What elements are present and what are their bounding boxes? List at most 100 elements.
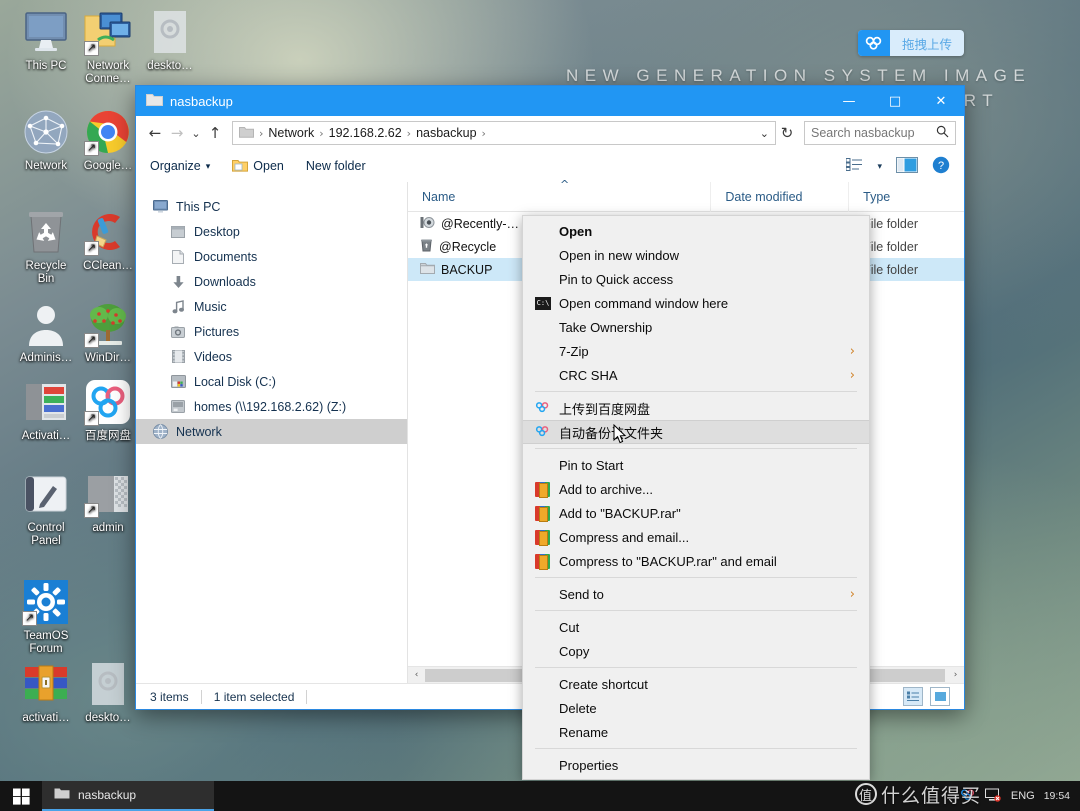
column-header-type[interactable]: Type <box>849 182 964 212</box>
search-placeholder: Search nasbackup <box>811 126 915 140</box>
column-header-date[interactable]: Date modified <box>711 181 850 212</box>
view-options-icon[interactable] <box>845 158 863 174</box>
menu-item-label: 上传到百度网盘 <box>559 402 651 418</box>
menu-item-icon <box>535 481 559 498</box>
menu-item-crc-sha[interactable]: CRC SHA › <box>523 363 869 387</box>
menu-item-label: Open command window here <box>559 295 729 311</box>
nav-pane-item-videos[interactable]: Videos <box>136 344 407 369</box>
menu-item-open-in-new-window[interactable]: Open in new window <box>523 243 869 267</box>
nav-pane-item-this-pc[interactable]: This PC <box>136 194 407 219</box>
forward-button[interactable]: → <box>166 120 188 146</box>
breadcrumb-network[interactable]: Network <box>265 126 317 140</box>
this-pc-icon <box>22 8 70 56</box>
menu-separator <box>535 667 857 668</box>
smzdm-badge: 值 <box>855 783 877 805</box>
shortcut-overlay-icon: ↗ <box>22 611 37 626</box>
maximize-button[interactable]: □ <box>872 86 918 116</box>
menu-item-pin-to-quick-access[interactable]: Pin to Quick access <box>523 267 869 291</box>
nav-pane-item-pictures[interactable]: Pictures <box>136 319 407 344</box>
download-icon <box>168 275 188 289</box>
context-menu[interactable]: Open Open in new window Pin to Quick acces… <box>522 215 870 780</box>
details-view-button[interactable] <box>903 687 923 706</box>
nav-pane-item-network[interactable]: Network <box>136 419 407 444</box>
back-button[interactable]: ← <box>144 120 166 146</box>
file-name-label: @Recycle <box>439 239 497 254</box>
search-box[interactable]: Search nasbackup <box>804 121 956 145</box>
close-button[interactable]: ✕ <box>918 86 964 116</box>
menu-item-label: Delete <box>559 700 597 716</box>
menu-item-create-shortcut[interactable]: Create shortcut <box>523 672 869 696</box>
svg-text:?: ? <box>938 160 944 172</box>
mouse-cursor <box>613 423 627 445</box>
desktop-icon-label: deskto… <box>147 60 193 72</box>
titlebar-folder-icon <box>146 92 163 111</box>
baidu-netdisk-icon <box>535 425 550 440</box>
menu-item-send-to[interactable]: Send to › <box>523 582 869 606</box>
menu-item-label: Copy <box>559 643 590 659</box>
navigation-pane: This PC Desktop Documents Downloads Music Pic… <box>136 182 408 683</box>
menu-item-上传到百度网盘[interactable]: 上传到百度网盘 <box>523 396 869 420</box>
scroll-right-arrow[interactable]: › <box>947 670 964 680</box>
preview-pane-icon[interactable] <box>896 156 918 176</box>
scroll-left-arrow[interactable]: ‹ <box>408 670 425 680</box>
nav-pane-item-desktop[interactable]: Desktop <box>136 219 407 244</box>
window-titlebar[interactable]: nasbackup — □ ✕ <box>136 86 964 116</box>
refresh-button[interactable]: ↻ <box>776 120 798 146</box>
taskbar-item-label: nasbackup <box>78 788 137 802</box>
column-label-name: Name <box>422 189 456 204</box>
nav-pane-item-homes-192-168-2-62-z[interactable]: homes (\\192.168.2.62) (Z:) <box>136 394 407 419</box>
shortcut-overlay-icon: ↗ <box>84 241 99 256</box>
menu-item-cut[interactable]: Cut <box>523 615 869 639</box>
breadcrumb-host[interactable]: 192.168.2.62 <box>326 126 405 140</box>
menu-item-rename[interactable]: Rename <box>523 720 869 744</box>
start-button[interactable] <box>0 781 42 811</box>
menu-item-properties[interactable]: Properties <box>523 753 869 777</box>
address-dropdown-icon[interactable]: ⌄ <box>760 127 769 140</box>
menu-item-label: Send to <box>559 586 604 602</box>
column-header-name[interactable]: Name ^ <box>408 178 712 212</box>
recent-locations-button[interactable]: ⌄ <box>188 120 204 146</box>
nav-pane-item-downloads[interactable]: Downloads <box>136 269 407 294</box>
taskbar-item-nasbackup[interactable]: nasbackup <box>42 781 214 811</box>
minimize-button[interactable]: — <box>826 86 872 116</box>
menu-item-add-to-archive[interactable]: Add to archive... <box>523 477 869 501</box>
help-icon[interactable]: ? <box>932 156 950 177</box>
menu-item-7-zip[interactable]: 7-Zip › <box>523 339 869 363</box>
control-panel-icon <box>22 470 70 518</box>
cmd-icon: C:\ <box>535 296 551 310</box>
large-icons-view-button[interactable] <box>930 687 950 706</box>
nav-pane-item-label: homes (\\192.168.2.62) (Z:) <box>194 399 347 414</box>
organize-button[interactable]: Organize ▾ <box>150 159 210 173</box>
nav-pane-item-music[interactable]: Music <box>136 294 407 319</box>
menu-item-take-ownership[interactable]: Take Ownership <box>523 315 869 339</box>
view-chevron-icon[interactable]: ▾ <box>877 161 882 172</box>
monitor-icon <box>150 200 170 213</box>
baidu-upload-label: 拖拽上传 <box>901 36 952 52</box>
nav-pane-item-documents[interactable]: Documents <box>136 244 407 269</box>
menu-item-delete[interactable]: Delete <box>523 696 869 720</box>
desktop-icon-teamos-forum[interactable]: ↗ TeamOS Forum <box>4 578 88 656</box>
menu-item-自动备份该文件夹[interactable]: 自动备份该文件夹 <box>523 420 869 444</box>
menu-item-compress-to-backup-rar-and-email[interactable]: Compress to "BACKUP.rar" and email <box>523 549 869 573</box>
baidu-drag-upload-button[interactable]: 拖拽上传 <box>858 30 964 56</box>
nav-pane-item-local-disk-c[interactable]: Local Disk (C:) <box>136 369 407 394</box>
menu-item-label: Open in new window <box>559 247 679 263</box>
up-button[interactable]: ↑ <box>204 120 226 146</box>
window-title: nasbackup <box>170 93 233 109</box>
open-button[interactable]: Open <box>232 158 284 175</box>
menu-item-open-command-window-here[interactable]: C:\ Open command window here <box>523 291 869 315</box>
address-bar[interactable]: › Network › 192.168.2.62 › nasbackup › ⌄ <box>232 121 776 145</box>
new-folder-button[interactable]: New folder <box>306 159 366 173</box>
recycle-bin-icon <box>22 208 70 256</box>
ccleaner-icon: ↗ <box>84 208 132 256</box>
menu-item-open[interactable]: Open <box>523 219 869 243</box>
menu-item-compress-and-email[interactable]: Compress and email... <box>523 525 869 549</box>
breadcrumb-share[interactable]: nasbackup <box>413 126 479 140</box>
desktop-icon-desktop-ini-1[interactable]: deskto… <box>128 8 212 73</box>
desktop-icon-label: deskto… <box>85 712 131 724</box>
command-bar: Organize ▾ Open New folder ▾ ? <box>136 150 964 182</box>
menu-item-pin-to-start[interactable]: Pin to Start <box>523 453 869 477</box>
menu-item-copy[interactable]: Copy <box>523 639 869 663</box>
drive-icon <box>168 375 188 388</box>
menu-item-add-to-backup-rar[interactable]: Add to "BACKUP.rar" <box>523 501 869 525</box>
